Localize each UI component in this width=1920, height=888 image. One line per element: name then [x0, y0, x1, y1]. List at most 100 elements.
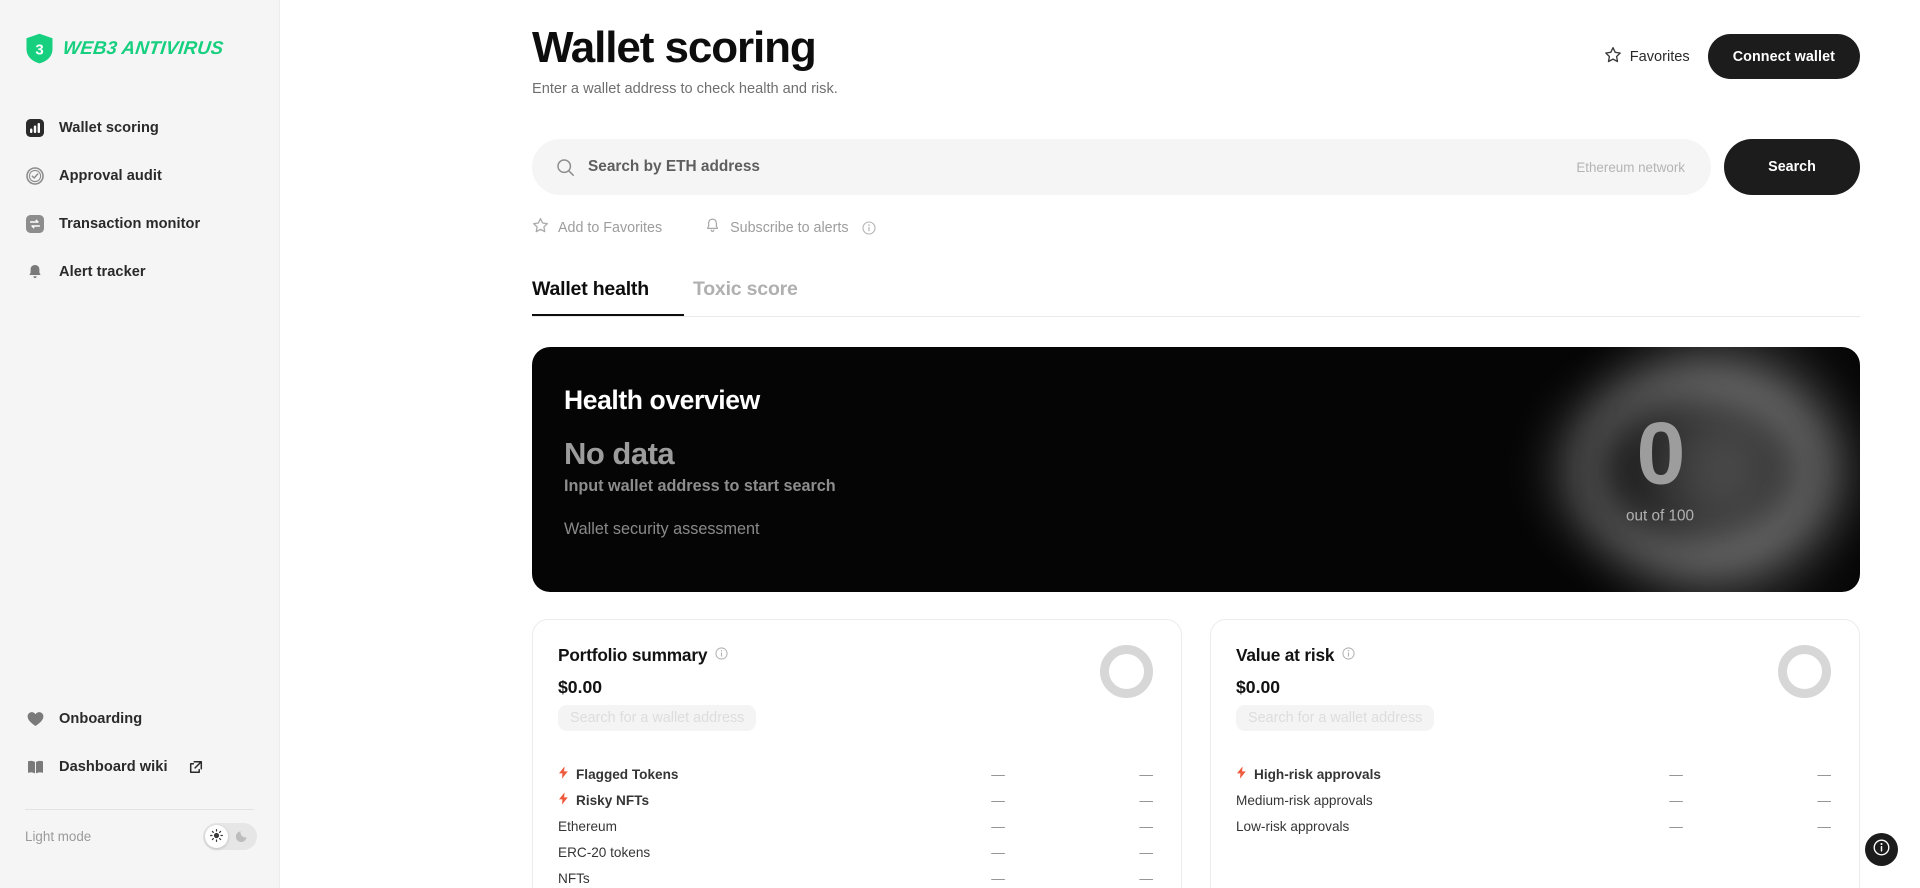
tabs-rule — [532, 316, 1860, 318]
value-at-risk-card: Value at risk $0.00 Search for a wallet … — [1210, 619, 1860, 888]
check-circle-icon — [25, 166, 45, 186]
svg-text:3: 3 — [35, 41, 43, 58]
card-title: Portfolio summary — [558, 645, 708, 666]
row-value-secondary: — — [1817, 818, 1831, 834]
brand-logo[interactable]: 3 WEB3 ANTIVIRUS — [0, 30, 279, 66]
card-title: Value at risk — [1236, 645, 1335, 666]
sun-icon — [210, 828, 223, 847]
tab-active-underline — [532, 313, 684, 317]
row-label: Low-risk approvals — [1236, 818, 1350, 834]
row-value-secondary: — — [1139, 844, 1153, 860]
portfolio-rows: Flagged Tokens — — Risky NFTs — — Ethere… — [558, 761, 1153, 888]
sidebar-item-label: Approval audit — [59, 168, 162, 184]
risk-bolt-icon — [558, 792, 569, 808]
search-row: Ethereum network Search — [532, 139, 1860, 196]
moon-icon — [235, 829, 249, 847]
bell-icon — [25, 262, 45, 282]
summary-cards: Portfolio summary $0.00 Search for a wal… — [532, 619, 1860, 888]
table-row: Medium-risk approvals — — — [1236, 787, 1831, 813]
row-value-secondary: — — [1817, 792, 1831, 808]
info-fab-button[interactable] — [1865, 833, 1898, 866]
sidebar-item-transaction-monitor[interactable]: Transaction monitor — [0, 200, 279, 248]
table-row: High-risk approvals — — — [1236, 761, 1831, 787]
sidebar-item-wallet-scoring[interactable]: Wallet scoring — [0, 104, 279, 152]
card-placeholder-hint: Search for a wallet address — [1236, 705, 1435, 732]
quick-actions: Add to Favorites Subscribe to alerts — [532, 217, 1860, 238]
page-title: Wallet scoring — [532, 23, 817, 72]
row-label: Flagged Tokens — [576, 766, 679, 782]
row-value-primary: — — [1669, 818, 1683, 834]
star-icon — [532, 217, 549, 238]
row-value-primary: — — [1669, 792, 1683, 808]
row-value-secondary: — — [1817, 766, 1831, 782]
row-label: Risky NFTs — [576, 792, 650, 808]
info-icon[interactable] — [715, 646, 728, 665]
row-label: NFTs — [558, 870, 590, 886]
health-overview-panel: Health overview No data Input wallet add… — [532, 347, 1860, 593]
heart-icon — [25, 709, 45, 729]
sidebar-item-label: Transaction monitor — [59, 216, 201, 232]
table-row: Ethereum — — — [558, 813, 1153, 839]
row-value-primary: — — [991, 766, 1005, 782]
sidebar-item-label: Onboarding — [59, 711, 143, 727]
sidebar: 3 WEB3 ANTIVIRUS Wallet scoring Approval… — [0, 0, 280, 888]
sidebar-item-approval-audit[interactable]: Approval audit — [0, 152, 279, 200]
bar-chart-icon — [25, 118, 45, 138]
row-label: High-risk approvals — [1254, 766, 1381, 782]
sidebar-bottom: Onboarding Dashboard wiki Light mode — [0, 695, 279, 888]
search-button[interactable]: Search — [1724, 139, 1860, 196]
row-value-secondary: — — [1139, 818, 1153, 834]
row-value-primary: — — [991, 870, 1005, 886]
page-subtitle: Enter a wallet address to check health a… — [532, 81, 838, 98]
search-input[interactable] — [588, 158, 1577, 177]
favorites-button[interactable]: Favorites — [1604, 46, 1690, 68]
tab-wallet-health[interactable]: Wallet health — [532, 278, 671, 316]
row-label: Medium-risk approvals — [1236, 792, 1373, 808]
subscribe-to-alerts-button[interactable]: Subscribe to alerts — [704, 217, 876, 238]
table-row: Low-risk approvals — — — [1236, 813, 1831, 839]
theme-label: Light mode — [25, 828, 92, 844]
table-row: Risky NFTs — — — [558, 787, 1153, 813]
health-score-suffix: out of 100 — [1625, 508, 1695, 526]
search-icon — [556, 158, 576, 177]
info-icon — [1873, 839, 1890, 861]
health-score: 0 out of 100 — [1625, 403, 1695, 526]
external-link-icon — [189, 760, 203, 774]
info-icon[interactable] — [861, 220, 876, 235]
tab-toxic-score[interactable]: Toxic score — [671, 278, 820, 316]
connect-wallet-button[interactable]: Connect wallet — [1707, 34, 1860, 79]
network-label: Ethereum network — [1576, 159, 1685, 175]
sidebar-item-onboarding[interactable]: Onboarding — [0, 695, 279, 743]
risk-bolt-icon — [1236, 766, 1247, 782]
app-root: 3 WEB3 ANTIVIRUS Wallet scoring Approval… — [0, 0, 1920, 888]
quick-action-label: Add to Favorites — [558, 219, 663, 236]
table-row: NFTs — — — [558, 865, 1153, 888]
row-label: ERC-20 tokens — [558, 844, 651, 860]
portfolio-summary-card: Portfolio summary $0.00 Search for a wal… — [532, 619, 1182, 888]
theme-toggle[interactable] — [203, 822, 257, 850]
risk-bolt-icon — [558, 766, 569, 782]
brand-name: WEB3 ANTIVIRUS — [61, 37, 225, 58]
star-icon — [1604, 46, 1622, 68]
add-to-favorites-button[interactable]: Add to Favorites — [532, 217, 662, 238]
transfer-icon — [25, 214, 45, 234]
sidebar-item-dashboard-wiki[interactable]: Dashboard wiki — [0, 743, 279, 791]
sidebar-item-label: Alert tracker — [59, 264, 146, 280]
search-box[interactable]: Ethereum network — [532, 139, 1711, 196]
row-value-secondary: — — [1139, 792, 1153, 808]
row-label-wrap: High-risk approvals — [1236, 766, 1581, 782]
portfolio-donut-chart — [1100, 645, 1153, 699]
shield-3-logo-icon: 3 — [26, 33, 53, 63]
card-placeholder-hint: Search for a wallet address — [558, 705, 757, 732]
page-header: Wallet scoring Enter a wallet address to… — [532, 22, 1860, 97]
book-icon — [25, 757, 45, 777]
card-amount: $0.00 — [1236, 677, 1281, 698]
row-label-wrap: Flagged Tokens — [558, 766, 903, 782]
row-value-primary: — — [1669, 766, 1683, 782]
row-label-wrap: Risky NFTs — [558, 792, 903, 808]
sidebar-nav: Wallet scoring Approval audit Transactio… — [0, 104, 279, 296]
info-icon[interactable] — [1342, 646, 1355, 665]
row-value-primary: — — [991, 844, 1005, 860]
health-score-value: 0 — [1636, 403, 1686, 503]
sidebar-item-alert-tracker[interactable]: Alert tracker — [0, 248, 279, 296]
